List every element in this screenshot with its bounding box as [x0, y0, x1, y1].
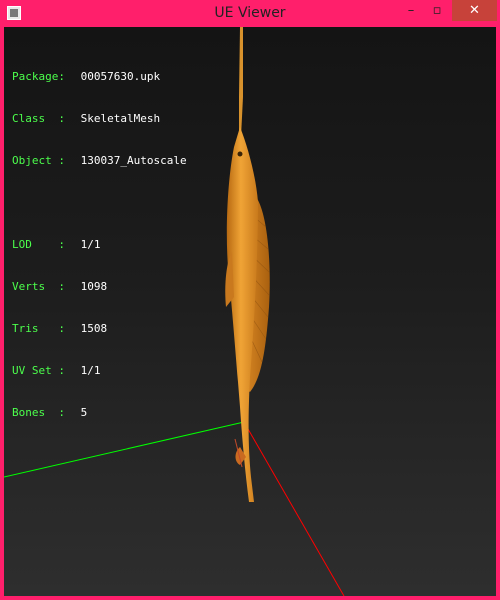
maximize-button[interactable]: ▫: [424, 0, 450, 21]
axis-x-line: [243, 421, 345, 596]
info-bones-label: Bones :: [12, 406, 65, 419]
info-tris: Tris : 1508: [12, 322, 187, 336]
info-verts-value: 1098: [80, 280, 108, 293]
info-uvset: UV Set : 1/1: [12, 364, 187, 378]
info-class-label: Class :: [12, 112, 65, 125]
info-verts: Verts : 1098: [12, 280, 187, 294]
info-package-value: 00057630.upk: [80, 70, 161, 83]
info-object-value: 130037_Autoscale: [80, 154, 187, 167]
info-package-label: Package:: [12, 70, 65, 83]
info-object-label: Object :: [12, 154, 65, 167]
close-button[interactable]: ✕: [452, 0, 497, 21]
3d-viewport[interactable]: Package: 00057630.upk Class : SkeletalMe…: [4, 27, 496, 596]
minimize-button[interactable]: –: [398, 0, 424, 21]
info-object: Object : 130037_Autoscale: [12, 154, 187, 168]
info-lod-label: LOD :: [12, 238, 65, 251]
info-verts-label: Verts :: [12, 280, 65, 293]
info-tris-label: Tris :: [12, 322, 65, 335]
mesh-info-overlay: Package: 00057630.upk Class : SkeletalMe…: [12, 42, 187, 448]
info-bones-value: 5: [80, 406, 88, 419]
info-uvset-label: UV Set :: [12, 364, 65, 377]
info-lod-value: 1/1: [80, 238, 101, 251]
title-bar[interactable]: UE Viewer – ▫ ✕: [0, 0, 500, 27]
info-class-value: SkeletalMesh: [80, 112, 161, 125]
info-bones: Bones : 5: [12, 406, 187, 420]
info-class: Class : SkeletalMesh: [12, 112, 187, 126]
info-uvset-value: 1/1: [80, 364, 101, 377]
info-package: Package: 00057630.upk: [12, 70, 187, 84]
info-tris-value: 1508: [80, 322, 108, 335]
info-lod: LOD : 1/1: [12, 238, 187, 252]
app-window: UE Viewer – ▫ ✕ Package: 00057630.upk Cl…: [0, 0, 500, 600]
mesh-model: [225, 27, 270, 502]
